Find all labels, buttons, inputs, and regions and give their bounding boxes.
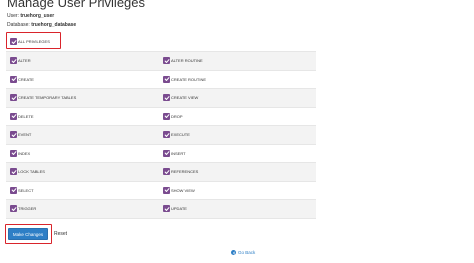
check-icon <box>164 114 169 119</box>
privilege-label: SHOW VIEW <box>171 187 195 193</box>
privilege-row: ALTER ALTER ROUTINE <box>6 52 316 71</box>
user-line: User: truehorg_user <box>7 13 54 19</box>
privilege-checkbox[interactable] <box>10 168 17 176</box>
privilege-checkbox[interactable] <box>10 75 17 83</box>
privilege-checkbox[interactable] <box>163 168 170 176</box>
privilege-cell[interactable]: EVENT <box>6 131 161 139</box>
privileges-grid: ALTER ALTER ROUTINE CREATE CREATE ROUTIN… <box>6 51 316 219</box>
privilege-label: INSERT <box>171 150 186 156</box>
privilege-cell[interactable]: TRIGGER <box>6 205 161 213</box>
privilege-cell[interactable]: REFERENCES <box>161 168 316 176</box>
privilege-label: DELETE <box>18 113 34 119</box>
database-label: Database: <box>7 22 30 28</box>
privilege-row: DELETE DROP <box>6 108 316 126</box>
page-title: Manage User Privileges <box>7 0 146 10</box>
reset-link[interactable]: Reset <box>54 231 67 237</box>
privilege-cell[interactable]: INDEX <box>6 149 161 157</box>
check-icon <box>11 169 16 174</box>
privilege-label: UPDATE <box>171 206 187 212</box>
privilege-label: REFERENCES <box>171 169 199 175</box>
privilege-label: CREATE VIEW <box>171 95 199 101</box>
privilege-checkbox[interactable] <box>10 186 17 194</box>
go-back-link[interactable]: Go Back <box>231 250 255 255</box>
privilege-cell[interactable]: DROP <box>161 112 316 120</box>
privilege-row: INDEX INSERT <box>6 145 316 163</box>
privilege-row: CREATE CREATE ROUTINE <box>6 71 316 89</box>
check-icon <box>164 188 169 193</box>
privilege-cell[interactable]: UPDATE <box>161 205 316 213</box>
privilege-cell[interactable]: CREATE TEMPORARY TABLES <box>6 94 161 102</box>
privilege-checkbox[interactable] <box>10 112 17 120</box>
privilege-row: TRIGGER UPDATE <box>6 200 316 219</box>
check-icon <box>11 206 16 211</box>
privilege-checkbox[interactable] <box>163 149 170 157</box>
privilege-checkbox[interactable] <box>163 94 170 102</box>
privilege-checkbox[interactable] <box>163 205 170 213</box>
privilege-label: EXECUTE <box>171 132 190 138</box>
privilege-label: SELECT <box>18 187 34 193</box>
check-icon <box>11 58 16 63</box>
go-back-label: Go Back <box>238 250 256 255</box>
user-label: User: <box>7 13 19 19</box>
privilege-checkbox[interactable] <box>163 75 170 83</box>
check-icon <box>164 95 169 100</box>
privilege-checkbox[interactable] <box>10 205 17 213</box>
arrow-left-circle-icon <box>231 250 236 255</box>
privilege-cell[interactable]: SELECT <box>6 186 161 194</box>
privilege-label: CREATE TEMPORARY TABLES <box>18 95 77 101</box>
privilege-label: INDEX <box>18 150 31 156</box>
all-privileges-checkbox[interactable] <box>10 38 17 45</box>
privilege-checkbox[interactable] <box>10 57 17 65</box>
check-icon <box>164 169 169 174</box>
privilege-row: CREATE TEMPORARY TABLES CREATE VIEW <box>6 89 316 108</box>
privilege-checkbox[interactable] <box>163 131 170 139</box>
privilege-cell[interactable]: CREATE VIEW <box>161 94 316 102</box>
privilege-row: EVENT EXECUTE <box>6 126 316 145</box>
privilege-checkbox[interactable] <box>163 57 170 65</box>
privilege-checkbox[interactable] <box>10 149 17 157</box>
privilege-label: ALTER <box>18 58 31 64</box>
privilege-label: LOCK TABLES <box>18 169 45 175</box>
privilege-checkbox[interactable] <box>163 112 170 120</box>
privilege-label: CREATE ROUTINE <box>171 76 207 82</box>
database-line: Database: truehorg_database <box>7 22 76 28</box>
privilege-label: TRIGGER <box>18 206 37 212</box>
privilege-checkbox[interactable] <box>163 186 170 194</box>
privilege-label: DROP <box>171 113 183 119</box>
privilege-cell[interactable]: CREATE ROUTINE <box>161 75 316 83</box>
user-value: truehorg_user <box>20 13 55 19</box>
check-icon <box>11 151 16 156</box>
check-icon <box>164 151 169 156</box>
privilege-cell[interactable]: INSERT <box>161 149 316 157</box>
privilege-cell[interactable]: LOCK TABLES <box>6 168 161 176</box>
check-icon <box>11 132 16 137</box>
all-privileges-checkbox-row[interactable]: ALL PRIVILEGES <box>10 38 50 45</box>
privilege-checkbox[interactable] <box>10 131 17 139</box>
privilege-cell[interactable]: ALTER <box>6 57 161 65</box>
privilege-label: ALTER ROUTINE <box>171 58 203 64</box>
check-icon <box>164 77 169 82</box>
privilege-label: CREATE <box>18 76 34 82</box>
check-icon <box>164 58 169 63</box>
check-icon <box>164 206 169 211</box>
check-icon <box>11 188 16 193</box>
privilege-cell[interactable]: DELETE <box>6 112 161 120</box>
privilege-label: EVENT <box>18 132 32 138</box>
make-changes-button[interactable]: Make Changes <box>8 228 48 240</box>
privilege-row: SELECT SHOW VIEW <box>6 182 316 200</box>
check-icon <box>11 77 16 82</box>
privilege-checkbox[interactable] <box>10 94 17 102</box>
check-icon <box>11 114 16 119</box>
privilege-cell[interactable]: EXECUTE <box>161 131 316 139</box>
check-icon <box>11 39 16 44</box>
database-value: truehorg_database <box>31 22 77 28</box>
privilege-cell[interactable]: SHOW VIEW <box>161 186 316 194</box>
privilege-cell[interactable]: CREATE <box>6 75 161 83</box>
check-icon <box>164 132 169 137</box>
privilege-cell[interactable]: ALTER ROUTINE <box>161 57 316 65</box>
check-icon <box>11 95 16 100</box>
privilege-row: LOCK TABLES REFERENCES <box>6 163 316 182</box>
all-privileges-label: ALL PRIVILEGES <box>18 39 50 44</box>
